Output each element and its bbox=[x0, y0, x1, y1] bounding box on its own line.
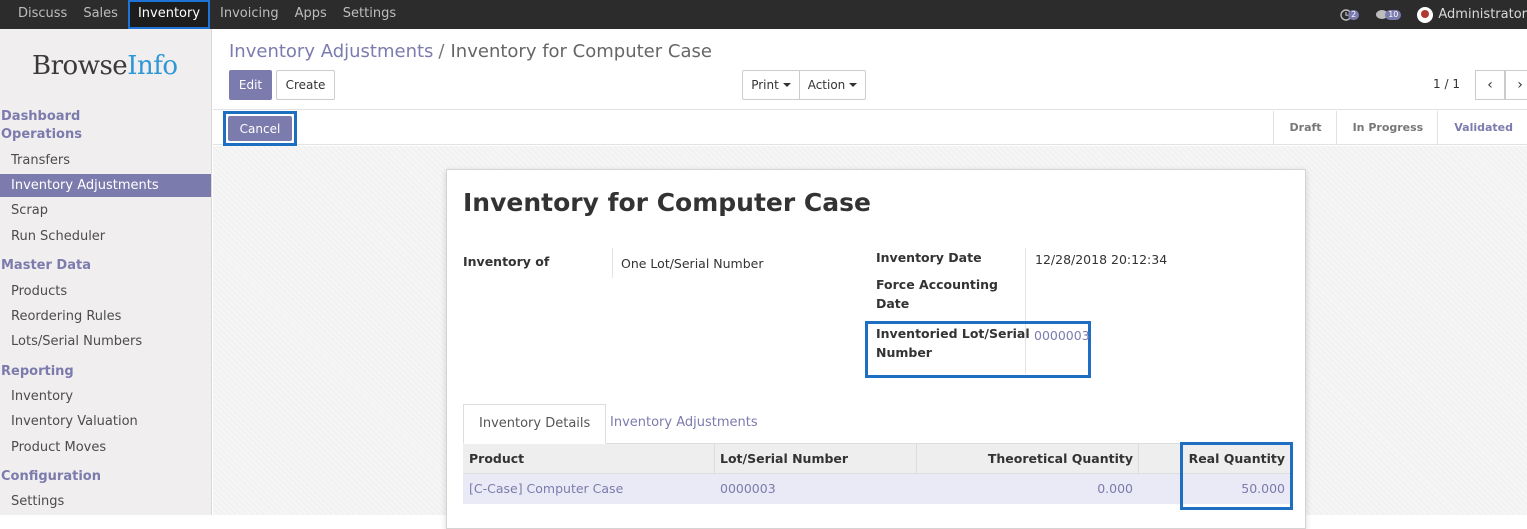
form-background: Inventory for Computer Case Inventory of… bbox=[213, 146, 1527, 529]
sidebar-item-product-moves[interactable]: Product Moves bbox=[0, 436, 211, 459]
activity-button[interactable]: 2 bbox=[1340, 8, 1360, 21]
cell-product[interactable]: [C-Case] Computer Case bbox=[469, 474, 623, 504]
inventory-date-label: Inventory Date bbox=[876, 250, 982, 265]
user-avatar[interactable] bbox=[1417, 6, 1434, 23]
cell-lot[interactable]: 0000003 bbox=[720, 474, 776, 504]
print-dropdown[interactable]: Print bbox=[742, 70, 800, 100]
inventory-of-label: Inventory of bbox=[463, 254, 550, 269]
chevron-left-icon: ‹ bbox=[1487, 77, 1493, 93]
stage-bar: Draft In Progress Validated bbox=[1272, 111, 1527, 145]
sidebar: BrowseInfo Dashboard Operations Transfer… bbox=[0, 29, 212, 515]
cancel-highlight: Cancel bbox=[223, 111, 297, 146]
sidebar-section-configuration: Configuration bbox=[1, 469, 101, 484]
column-divider bbox=[916, 444, 917, 474]
breadcrumb-current: Inventory for Computer Case bbox=[450, 41, 712, 62]
field-divider bbox=[612, 248, 613, 278]
messages-button[interactable]: 10 bbox=[1375, 9, 1402, 21]
sidebar-item-settings[interactable]: Settings bbox=[0, 490, 211, 513]
sidebar-item-transfers[interactable]: Transfers bbox=[0, 149, 211, 172]
breadcrumb: Inventory Adjustments / Inventory for Comp… bbox=[229, 41, 712, 62]
menu-sales[interactable]: Sales bbox=[75, 0, 126, 29]
action-label: Action bbox=[807, 78, 846, 92]
table-row[interactable]: [C-Case] Computer Case 0000003 0.000 50.… bbox=[463, 474, 1291, 504]
sidebar-item-products[interactable]: Products bbox=[0, 280, 211, 303]
sidebar-section-dashboard[interactable]: Dashboard bbox=[1, 109, 80, 124]
column-divider bbox=[1138, 444, 1139, 474]
pager-previous-button[interactable]: ‹ bbox=[1475, 70, 1505, 100]
force-accounting-date-label: Force Accounting Date bbox=[876, 277, 999, 311]
cancel-button[interactable]: Cancel bbox=[228, 116, 292, 141]
sidebar-section-reporting: Reporting bbox=[1, 364, 74, 379]
record-title: Inventory for Computer Case bbox=[463, 188, 871, 217]
sidebar-section-operations: Operations bbox=[1, 127, 82, 142]
systray: 2 10 Administrator bbox=[1340, 0, 1527, 29]
notebook-tabs: Inventory Details Inventory Adjustments bbox=[463, 404, 1291, 444]
browseinfo-logo: BrowseInfo bbox=[32, 51, 178, 81]
sidebar-item-lots-serial-numbers[interactable]: Lots/Serial Numbers bbox=[0, 330, 211, 353]
real-quantity-highlight bbox=[1180, 442, 1293, 510]
form-sheet: Inventory for Computer Case Inventory of… bbox=[446, 169, 1306, 529]
menu-apps[interactable]: Apps bbox=[287, 0, 335, 29]
caret-down-icon bbox=[849, 83, 858, 87]
menu-settings[interactable]: Settings bbox=[335, 0, 404, 29]
menu-invoicing[interactable]: Invoicing bbox=[212, 0, 287, 29]
sidebar-item-inventory-valuation[interactable]: Inventory Valuation bbox=[0, 410, 211, 433]
menu-discuss[interactable]: Discuss bbox=[10, 0, 75, 29]
top-navbar: Discuss Sales Inventory Invoicing Apps S… bbox=[0, 0, 1527, 29]
pager-value[interactable]: 1 / 1 bbox=[1433, 77, 1460, 91]
print-label: Print bbox=[751, 78, 779, 92]
control-panel: Inventory Adjustments / Inventory for Comp… bbox=[213, 29, 1527, 110]
column-product[interactable]: Product bbox=[469, 444, 524, 474]
edit-button[interactable]: Edit bbox=[229, 70, 272, 100]
sidebar-item-reordering-rules[interactable]: Reordering Rules bbox=[0, 305, 211, 328]
status-bar: Cancel Draft In Progress Validated bbox=[213, 111, 1527, 146]
tab-inventory-adjustments[interactable]: Inventory Adjustments bbox=[595, 404, 773, 444]
chevron-right-icon: › bbox=[1517, 77, 1523, 93]
sidebar-section-master-data: Master Data bbox=[1, 258, 91, 273]
sidebar-item-run-scheduler[interactable]: Run Scheduler bbox=[0, 225, 211, 248]
table-header: Product Lot/Serial Number Theoretical Qu… bbox=[463, 444, 1291, 474]
app-menu: Discuss Sales Inventory Invoicing Apps S… bbox=[10, 0, 404, 29]
sidebar-item-inventory-adjustments[interactable]: Inventory Adjustments bbox=[0, 174, 211, 197]
breadcrumb-separator: / bbox=[438, 41, 445, 62]
column-lot[interactable]: Lot/Serial Number bbox=[720, 444, 848, 474]
column-divider bbox=[714, 444, 715, 474]
stage-draft: Draft bbox=[1289, 121, 1322, 134]
inventory-date-value[interactable]: 12/28/2018 20:12:34 bbox=[1035, 252, 1167, 267]
inventoried-lot-value[interactable]: 0000003 bbox=[1034, 328, 1090, 343]
sidebar-item-scrap[interactable]: Scrap bbox=[0, 199, 211, 222]
stage-in-progress: In Progress bbox=[1335, 111, 1438, 145]
cell-theoretical-quantity: 0.000 bbox=[1097, 481, 1133, 496]
inventoried-lot-label: Inventoried Lot/Serial Number bbox=[876, 326, 1030, 360]
caret-down-icon bbox=[782, 83, 791, 87]
message-count: 10 bbox=[1385, 9, 1402, 20]
sidebar-item-inventory[interactable]: Inventory bbox=[0, 385, 211, 408]
pager-next-button[interactable]: › bbox=[1505, 70, 1527, 100]
action-dropdown[interactable]: Action bbox=[799, 70, 866, 100]
breadcrumb-parent[interactable]: Inventory Adjustments bbox=[229, 41, 433, 62]
menu-inventory[interactable]: Inventory bbox=[127, 0, 211, 29]
create-button[interactable]: Create bbox=[276, 70, 335, 100]
user-menu[interactable]: Administrator bbox=[1438, 7, 1527, 22]
column-theoretical-quantity[interactable]: Theoretical Quantity bbox=[988, 444, 1133, 474]
stage-validated: Validated bbox=[1437, 111, 1527, 145]
activity-count: 2 bbox=[1348, 9, 1360, 20]
inventory-of-value[interactable]: One Lot/Serial Number bbox=[621, 256, 764, 271]
tab-inventory-details[interactable]: Inventory Details bbox=[463, 404, 607, 444]
